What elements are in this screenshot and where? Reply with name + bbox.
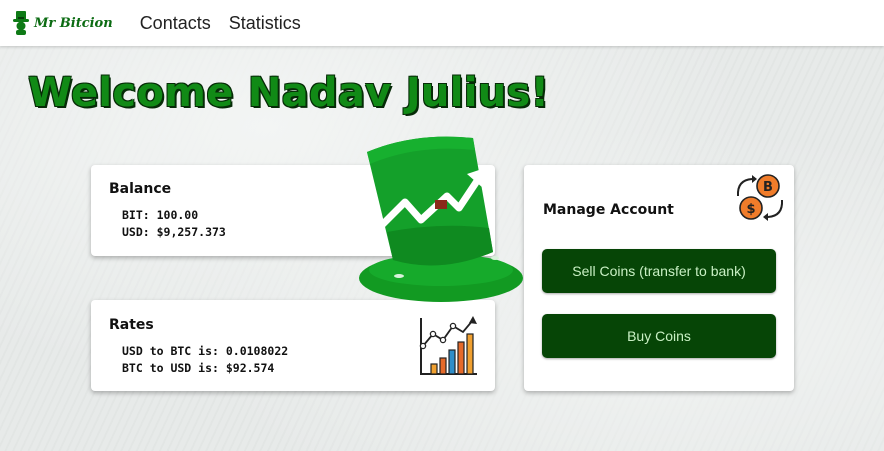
growth-chart-icon (419, 316, 477, 375)
balance-bit: BIT: 100.00 (122, 208, 199, 222)
rate-usd-to-btc: USD to BTC is: 0.0108022 (122, 344, 289, 358)
svg-text:$: $ (746, 202, 755, 217)
rate-btc-to-usd: BTC to USD is: $92.574 (122, 361, 275, 375)
buy-coins-button[interactable]: Buy Coins (542, 314, 776, 358)
brand-link[interactable]: Mr Bitcion (12, 10, 113, 36)
rates-values: USD to BTC is: 0.0108022 BTC to USD is: … (122, 343, 288, 377)
balance-title: Balance (109, 181, 172, 197)
balance-values: BIT: 100.00 USD: $9,257.373 (122, 207, 226, 241)
nav-statistics[interactable]: Statistics (229, 13, 301, 34)
manage-account-card: Manage Account B $ Sell Coins (transfer … (524, 165, 794, 391)
nav-contacts[interactable]: Contacts (140, 13, 211, 34)
welcome-heading: Welcome Nadav Julius! (28, 70, 550, 116)
manage-account-title: Manage Account (543, 202, 674, 218)
green-top-hat-icon (359, 136, 523, 302)
brand-name: Mr Bitcion (34, 15, 113, 31)
currency-exchange-icon: B $ (736, 174, 784, 221)
sell-coins-button[interactable]: Sell Coins (transfer to bank) (542, 249, 776, 293)
svg-text:B: B (763, 180, 773, 195)
leprechaun-hat-icon (13, 11, 29, 35)
rates-title: Rates (109, 317, 154, 333)
balance-usd: USD: $9,257.373 (122, 225, 226, 239)
rates-card: Rates USD to BTC is: 0.0108022 BTC to US… (91, 300, 495, 391)
navbar: Mr Bitcion Contacts Statistics (0, 0, 884, 46)
